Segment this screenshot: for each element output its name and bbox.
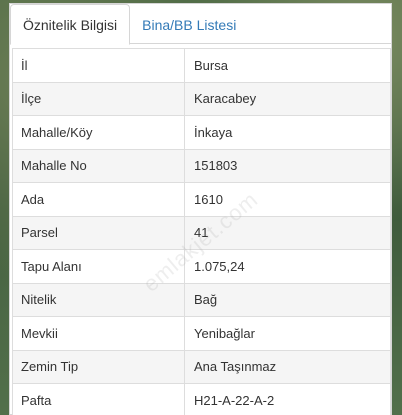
row-value-locality: Yenibağlar xyxy=(184,316,391,351)
row-value-block: 1610 xyxy=(184,182,391,217)
row-key-locality: Mevkii xyxy=(12,316,185,351)
tab-bar: Öznitelik Bilgisi Bina/BB Listesi xyxy=(10,4,391,45)
row-value-neighborhood-no: 151803 xyxy=(184,148,391,183)
tab-attribute-info[interactable]: Öznitelik Bilgisi xyxy=(10,4,131,45)
row-key-neighborhood: Mahalle/Köy xyxy=(12,115,185,150)
row-key-ground-type: Zemin Tip xyxy=(12,349,185,384)
row-value-district: Karacabey xyxy=(184,81,391,116)
table-row: Mahalle No 151803 xyxy=(12,148,391,183)
row-key-province: İl xyxy=(12,48,185,83)
row-key-quality: Nitelik xyxy=(12,282,185,317)
tab-building-list[interactable]: Bina/BB Listesi xyxy=(130,4,248,45)
table-row: Pafta H21-A-22-A-2 xyxy=(12,383,391,415)
row-value-ground-type: Ana Taşınmaz xyxy=(184,349,391,384)
row-value-quality: Bağ xyxy=(184,282,391,317)
table-row: Tapu Alanı 1.075,24 xyxy=(12,249,391,284)
attribute-panel: Öznitelik Bilgisi Bina/BB Listesi İl Bur… xyxy=(9,3,392,415)
row-key-district: İlçe xyxy=(12,81,185,116)
table-row: Parsel 41 xyxy=(12,215,391,250)
row-value-province: Bursa xyxy=(184,48,391,83)
row-key-neighborhood-no: Mahalle No xyxy=(12,148,185,183)
table-row: Zemin Tip Ana Taşınmaz xyxy=(12,349,391,384)
table-row: İl Bursa xyxy=(12,48,391,83)
row-value-deed-area: 1.075,24 xyxy=(184,249,391,284)
table-row: Mahalle/Köy İnkaya xyxy=(12,115,391,150)
row-key-parcel: Parsel xyxy=(12,215,185,250)
row-key-deed-area: Tapu Alanı xyxy=(12,249,185,284)
table-row: Mevkii Yenibağlar xyxy=(12,316,391,351)
row-value-neighborhood: İnkaya xyxy=(184,115,391,150)
row-value-sheet: H21-A-22-A-2 xyxy=(184,383,391,415)
row-key-sheet: Pafta xyxy=(12,383,185,415)
table-row: Nitelik Bağ xyxy=(12,282,391,317)
table-row: İlçe Karacabey xyxy=(12,81,391,116)
row-key-block: Ada xyxy=(12,182,185,217)
table-row: Ada 1610 xyxy=(12,182,391,217)
row-value-parcel: 41 xyxy=(184,215,391,250)
attribute-table: İl Bursa İlçe Karacabey Mahalle/Köy İnka… xyxy=(12,48,391,415)
